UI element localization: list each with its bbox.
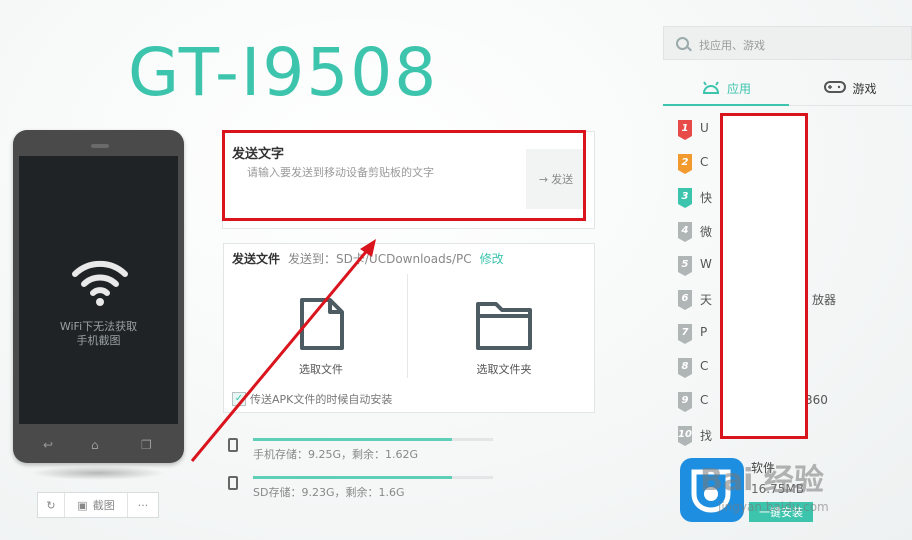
watermark-url: jingyan.baidu.com [718,500,829,514]
search-input[interactable]: 找应用、游戏 [699,37,765,53]
screenshot-button[interactable]: ▣ 截图 [65,493,128,517]
phone-screen-message: WiFi下无法获取 手机截图 [59,320,138,347]
rank-badge: 6 [678,290,692,310]
rank-badge: 2 [678,154,692,174]
gamepad-icon [824,80,847,97]
choose-folder-label: 选取文件夹 [476,363,532,376]
sd-storage: SD存储：9.23G，剩余：1.6G [228,476,498,506]
back-icon: ↩ [43,438,54,452]
wifi-icon [72,260,128,306]
tab-games[interactable]: 游戏 [789,72,912,104]
refresh-icon: ↻ [46,498,56,512]
sd-card-icon [228,476,238,490]
tab-games-label: 游戏 [852,81,877,96]
rank-badge: 8 [678,358,692,378]
search-icon [676,37,689,50]
phone-shadow [30,466,166,480]
rank-app-name: 快 [700,191,713,205]
device-title: GT-I9508 [128,34,439,111]
app-search-box[interactable]: 找应用、游戏 [663,26,912,60]
rank-app-name: 找 [700,429,713,443]
annotation-arrow [190,239,376,462]
rank-app-name: C [700,393,709,407]
sd-storage-bar [253,476,493,479]
tab-apps[interactable]: 应用 [663,72,789,106]
watermark-logo: Bai 经验 [700,463,824,498]
rank-badge: 9 [678,392,692,412]
rank-app-name-suffix: 放器 [812,293,837,307]
rank-app-name: W [700,257,712,271]
phone-toolbar: ↻ ▣ 截图 ··· [37,492,159,518]
rank-app-name: C [700,155,709,169]
rank-badge: 7 [678,324,692,344]
edit-destination-link[interactable]: 修改 [480,250,504,267]
rank-app-name: 微 [700,225,713,239]
screenshot-label: 截图 [92,499,115,512]
phone-nav-bar: ↩ ⌂ ❐ [13,425,184,463]
more-icon: ··· [137,498,149,512]
phone-screen: WiFi下无法获取 手机截图 [19,156,178,424]
home-icon: ⌂ [91,438,99,452]
recent-apps-icon: ❐ [141,438,152,452]
camera-icon: ▣ [77,498,88,512]
rank-badge: 10 [678,426,692,446]
phone-speaker [91,144,109,148]
category-tabs: 应用 游戏 [663,72,912,106]
rank-badge: 3 [678,188,692,208]
choose-folder-button[interactable]: 选取文件夹 [444,296,564,377]
rank-badge: 4 [678,222,692,242]
phone-preview: WiFi下无法获取 手机截图 ↩ ⌂ ❐ [13,130,184,463]
sd-storage-fill [253,476,453,479]
rank-badge: 5 [678,256,692,276]
more-button[interactable]: ··· [128,493,158,517]
rank-app-name: U [700,121,709,135]
annotation-highlight-box [222,130,586,221]
rank-app-name: P [700,325,708,339]
sd-storage-text: SD存储：9.23G，剩余：1.6G [253,486,405,499]
annotation-cover-box [720,113,808,439]
rank-app-name-suffix: 360 [805,393,828,407]
send-file-divider [407,274,408,378]
refresh-button[interactable]: ↻ [38,493,65,517]
android-icon [701,80,721,97]
rank-app-name: C [700,359,709,373]
rank-badge: 1 [678,120,692,140]
rank-app-name: 天 [700,293,713,307]
folder-icon [476,302,532,350]
tab-apps-label: 应用 [726,81,751,96]
